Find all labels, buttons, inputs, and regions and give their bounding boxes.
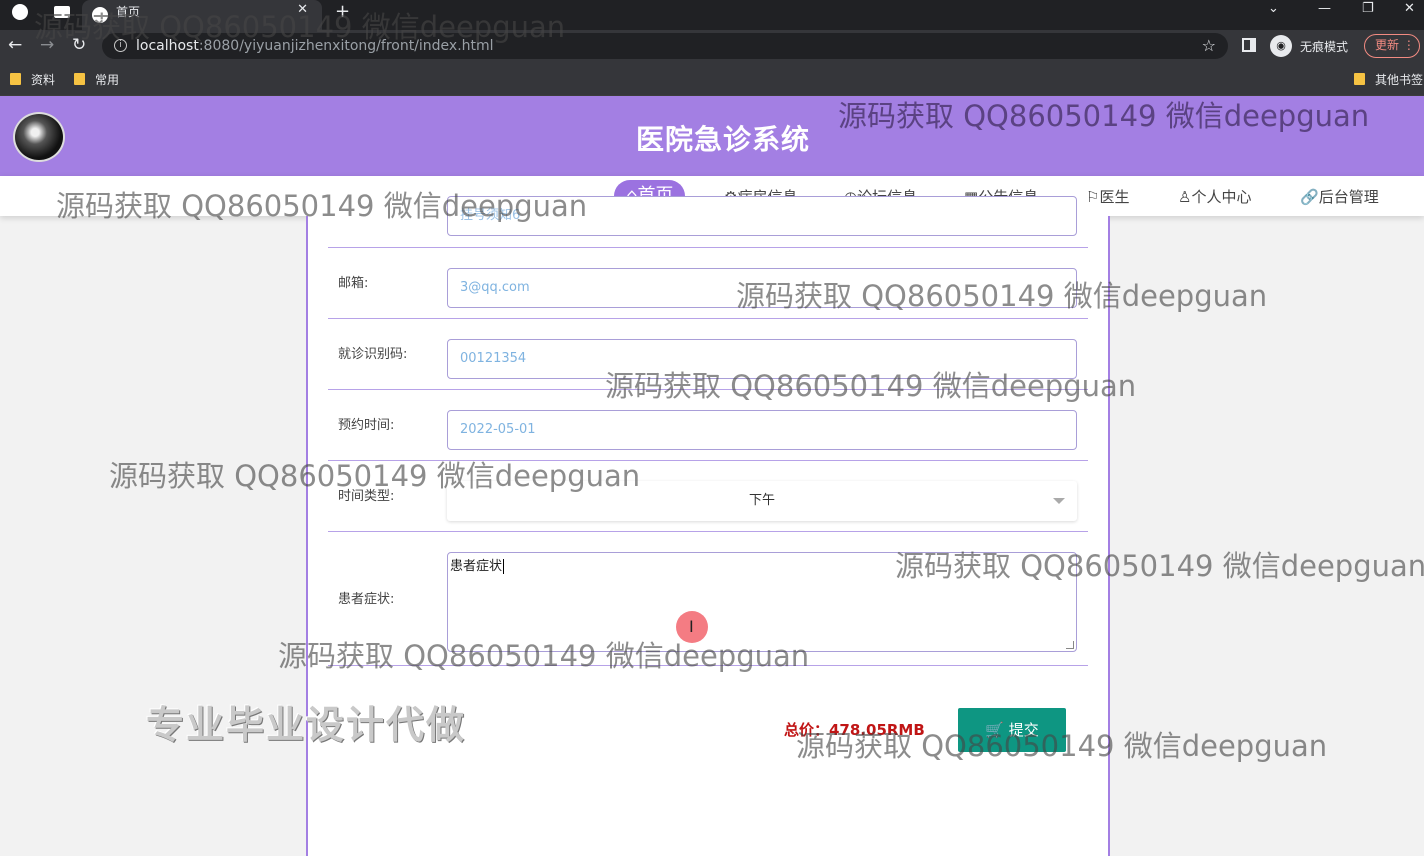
email-label: 邮箱:	[338, 276, 369, 291]
form-row-appointment: 预约时间: 2022-05-01	[328, 390, 1088, 461]
folder-icon	[10, 73, 21, 85]
browser-tab[interactable]: 首页 ✕	[82, 0, 322, 30]
nav-item-admin[interactable]: 🔗后台管理	[1300, 186, 1379, 207]
incognito-icon[interactable]: ◉	[1270, 35, 1292, 57]
tab-list-chevron-icon[interactable]: ⌄	[1268, 1, 1279, 16]
time-type-value: 下午	[748, 493, 775, 508]
bookmark-folder-ziliao[interactable]: 资料	[10, 71, 55, 88]
tab-close-icon[interactable]: ✕	[297, 2, 308, 17]
site-title: 医院急诊系统	[635, 123, 810, 156]
bookmark-folder-changyong[interactable]: 常用	[74, 71, 119, 88]
form-row-email: 邮箱: 3@qq.com	[328, 248, 1088, 319]
address-bar-row: ← → ↻ i localhost:8080/yiyuanjizhenxiton…	[0, 30, 1424, 62]
tab-search-icon[interactable]	[54, 6, 70, 18]
browser-tab-bar: 首页 ✕ + ⌄ — ❐ ✕	[0, 0, 1424, 30]
link-icon: 🔗	[1300, 188, 1319, 206]
site-info-icon[interactable]: i	[114, 39, 127, 52]
folder-icon	[1354, 73, 1365, 85]
form-row-notice: 挂号须知6	[328, 196, 1088, 248]
url-text: localhost:8080/yiyuanjizhenxitong/front/…	[136, 38, 494, 54]
total-price: 总价：478.05RMB	[784, 721, 925, 739]
flag-icon: ⚐	[1086, 188, 1100, 206]
promo-overlay: 专业毕业设计代做	[146, 703, 467, 747]
reload-icon[interactable]: ↻	[72, 35, 86, 55]
form-row-time-type: 时间类型: 下午	[328, 461, 1088, 532]
bookmark-star-icon[interactable]: ☆	[1202, 36, 1216, 55]
update-button[interactable]: 更新 ⋮	[1364, 34, 1420, 58]
site-header: 医院急诊系统	[0, 96, 1424, 176]
minimize-icon[interactable]: —	[1318, 1, 1331, 16]
time-type-select[interactable]: 下午	[447, 481, 1077, 521]
notice-field[interactable]: 挂号须知6	[447, 196, 1077, 236]
folder-icon	[74, 73, 85, 85]
url-input[interactable]: i localhost:8080/yiyuanjizhenxitong/fron…	[102, 33, 1228, 59]
text-caret	[503, 559, 505, 574]
tab-favicon-icon	[92, 7, 108, 23]
resize-grip-icon[interactable]	[1066, 641, 1074, 649]
appointment-label: 预约时间:	[338, 418, 395, 433]
side-panel-icon[interactable]	[1242, 38, 1256, 52]
form-row-visit-code: 就诊识别码: 00121354	[328, 319, 1088, 390]
bookmarks-bar: 资料 常用 其他书签	[0, 62, 1424, 96]
symptom-text: 患者症状	[450, 559, 503, 574]
forward-icon[interactable]: →	[40, 35, 54, 55]
symptom-textarea[interactable]: 患者症状	[447, 552, 1077, 652]
time-type-label: 时间类型:	[338, 489, 395, 504]
appointment-date-field[interactable]: 2022-05-01	[447, 410, 1077, 450]
nav-item-doctors[interactable]: ⚐医生	[1086, 186, 1129, 207]
visit-code-field[interactable]: 00121354	[447, 339, 1077, 379]
new-tab-icon[interactable]: +	[335, 1, 350, 22]
nav-item-profile[interactable]: ♙个人中心	[1178, 186, 1251, 207]
tab-title: 首页	[116, 5, 141, 19]
submit-button[interactable]: 🛒 提交	[958, 708, 1066, 752]
incognito-label: 无痕模式	[1300, 40, 1349, 54]
cart-icon: 🛒	[985, 721, 1004, 739]
visit-code-label: 就诊识别码:	[338, 347, 408, 362]
restore-icon[interactable]: ❐	[1362, 1, 1374, 16]
close-window-icon[interactable]: ✕	[1404, 1, 1415, 16]
chevron-down-icon	[1053, 498, 1065, 504]
user-icon: ♙	[1178, 188, 1192, 206]
back-icon[interactable]: ←	[8, 35, 22, 55]
symptom-label: 患者症状:	[338, 592, 395, 607]
text-cursor-icon: I	[689, 617, 694, 636]
email-field[interactable]: 3@qq.com	[447, 268, 1077, 308]
form-row-symptoms: 患者症状: 患者症状	[328, 532, 1088, 666]
booking-form-panel: 挂号须知6 邮箱: 3@qq.com 就诊识别码: 00121354 预约时间:…	[306, 196, 1110, 856]
chrome-globe-icon[interactable]	[12, 4, 28, 20]
other-bookmarks[interactable]: 其他书签	[1354, 71, 1423, 88]
